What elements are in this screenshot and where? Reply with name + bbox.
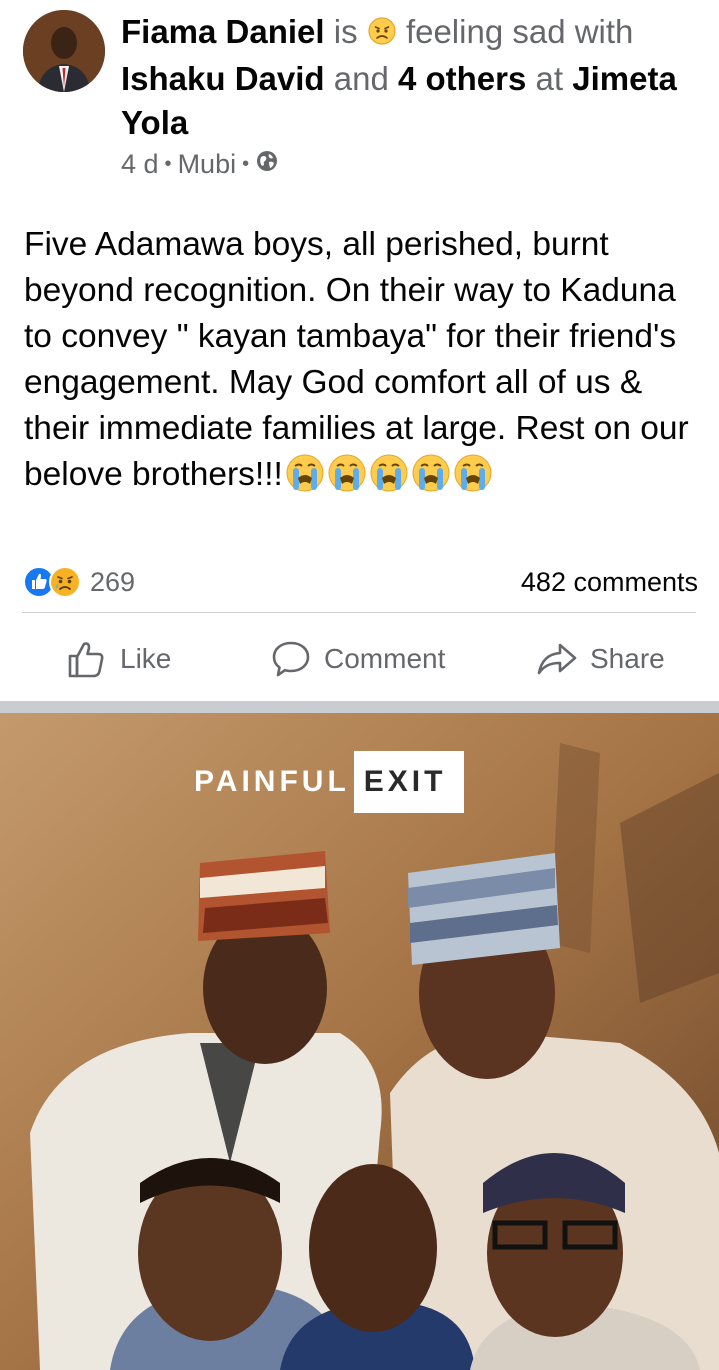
is-word: is bbox=[333, 13, 358, 50]
reaction-summary[interactable]: 269 bbox=[22, 565, 135, 599]
comment-label: Comment bbox=[324, 643, 446, 674]
tagged-person[interactable]: Ishaku David bbox=[121, 60, 325, 97]
meta-separator: • bbox=[164, 153, 172, 175]
share-label: Share bbox=[590, 643, 665, 674]
loudly-crying-face-icon bbox=[412, 454, 450, 492]
action-bar: Like Comment Share bbox=[0, 628, 719, 690]
post-place[interactable]: Mubi bbox=[178, 146, 237, 182]
comments-count[interactable]: 482 comments bbox=[521, 567, 698, 598]
loudly-crying-face-icon bbox=[370, 454, 408, 492]
post-body: Five Adamawa boys, all perished, burnt b… bbox=[24, 222, 704, 498]
loudly-crying-face-icon bbox=[286, 454, 324, 492]
post-meta: 4 d • Mubi • bbox=[121, 146, 279, 182]
post-header: Fiama Daniel is feeling sad with Ishaku … bbox=[0, 0, 719, 185]
at-word: at bbox=[535, 60, 564, 97]
sad-face-icon bbox=[367, 13, 397, 57]
section-separator bbox=[0, 701, 719, 713]
reactions-bar: 269 482 comments bbox=[22, 560, 698, 604]
reaction-count: 269 bbox=[90, 566, 136, 597]
feeling-text: feeling sad with bbox=[405, 13, 634, 50]
post-image[interactable]: PAINFUL EXIT bbox=[0, 713, 719, 1370]
like-button[interactable]: Like bbox=[66, 628, 171, 690]
share-icon bbox=[537, 643, 577, 675]
sad-icon bbox=[49, 566, 81, 598]
loudly-crying-face-icon bbox=[454, 454, 492, 492]
image-title-right: EXIT bbox=[353, 751, 465, 813]
and-word: and bbox=[333, 60, 389, 97]
image-title: PAINFUL EXIT bbox=[188, 751, 465, 813]
tagged-others[interactable]: 4 others bbox=[398, 60, 526, 97]
comment-icon bbox=[272, 641, 310, 677]
crying-emoji-row bbox=[285, 453, 493, 493]
share-button[interactable]: Share bbox=[536, 628, 665, 690]
loudly-crying-face-icon bbox=[328, 454, 366, 492]
thumbs-up-icon bbox=[68, 642, 104, 678]
image-title-left: PAINFUL bbox=[194, 765, 350, 798]
author-avatar[interactable] bbox=[23, 10, 105, 92]
author-name[interactable]: Fiama Daniel bbox=[121, 13, 325, 50]
globe-icon[interactable] bbox=[255, 146, 279, 182]
comment-button[interactable]: Comment bbox=[270, 628, 445, 690]
meta-separator: • bbox=[242, 153, 250, 175]
divider bbox=[22, 612, 696, 613]
post-time[interactable]: 4 d bbox=[121, 146, 159, 182]
avatar-portrait bbox=[23, 10, 105, 92]
like-label: Like bbox=[120, 643, 172, 674]
post-headline: Fiama Daniel is feeling sad with Ishaku … bbox=[121, 10, 701, 145]
